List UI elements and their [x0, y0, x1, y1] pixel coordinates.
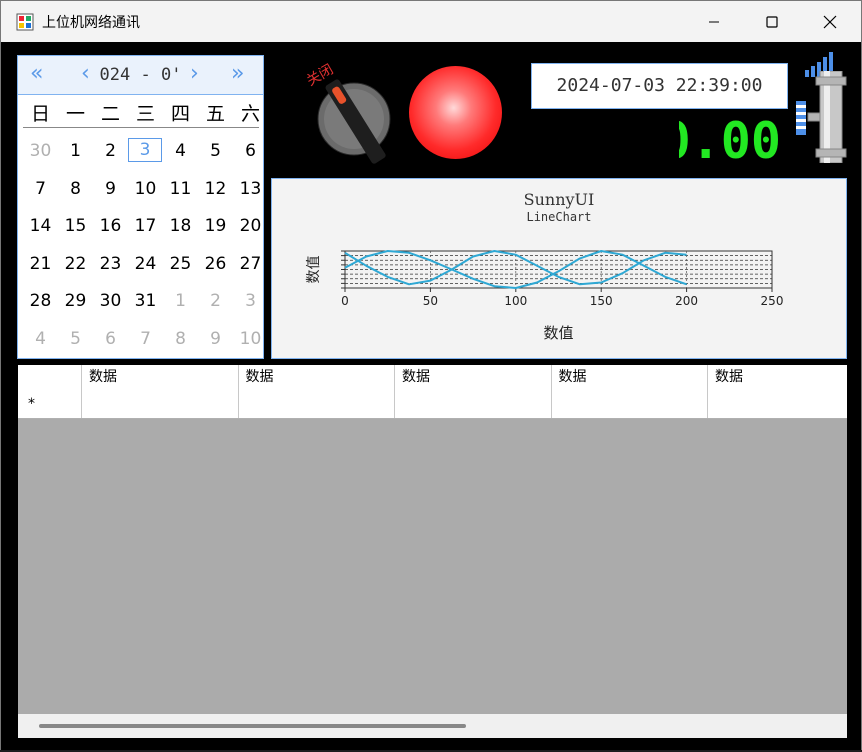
grid-header: 数据 数据 数据 数据 数据	[18, 365, 847, 391]
x-tick-label: 200	[675, 294, 698, 308]
column-header[interactable]: 数据	[81, 365, 238, 390]
calendar-day[interactable]: 5	[198, 138, 233, 164]
column-header[interactable]: 数据	[550, 365, 708, 390]
grid-cell[interactable]	[550, 390, 708, 418]
weekday-label: 一	[65, 103, 85, 125]
pipe-valve-icon	[796, 71, 847, 163]
calendar-day[interactable]: 2	[198, 288, 233, 314]
horizontal-scrollbar[interactable]	[18, 714, 847, 738]
calendar-day-today[interactable]: 3	[128, 138, 162, 162]
app-window-icon	[16, 13, 34, 31]
calendar-day[interactable]: 26	[198, 251, 233, 277]
table-row[interactable]: *	[18, 390, 847, 419]
calendar-day[interactable]: 11	[163, 176, 198, 202]
calendar-day[interactable]: 30	[23, 138, 58, 164]
column-header[interactable]: 数据	[394, 365, 551, 390]
calendar-day[interactable]: 4	[163, 138, 198, 164]
calendar-day[interactable]: 4	[23, 326, 58, 352]
grid-cell[interactable]	[81, 390, 238, 418]
x-tick-label: 50	[423, 294, 438, 308]
calendar-day[interactable]: 9	[198, 326, 233, 352]
calendar-day[interactable]: 28	[23, 288, 58, 314]
calendar-day[interactable]: 25	[163, 251, 198, 277]
calendar-day[interactable]: 12	[198, 176, 233, 202]
window-title: 上位机网络通讯	[42, 15, 140, 31]
weekday-label: 五	[205, 103, 225, 125]
calendar-day[interactable]: 22	[58, 251, 93, 277]
calendar-day[interactable]: 1	[58, 138, 93, 164]
line-chart-panel: SunnyUI LineChart 0 50 100 150 200 250 数值 数值	[271, 178, 847, 359]
calendar-day[interactable]: 2	[93, 138, 128, 164]
calendar-day[interactable]: 8	[163, 326, 198, 352]
calendar-day[interactable]: 29	[58, 288, 93, 314]
calendar-day[interactable]: 6	[93, 326, 128, 352]
minimize-icon	[709, 21, 719, 22]
next-year-icon[interactable]: »	[231, 62, 244, 86]
calendar-day[interactable]: 20	[233, 213, 268, 239]
calendar-day[interactable]: 31	[128, 288, 163, 314]
column-header[interactable]: 数据	[237, 365, 395, 390]
calendar-day[interactable]: 8	[58, 176, 93, 202]
calendar-day[interactable]: 10	[233, 326, 268, 352]
title-bar[interactable]: 上位机网络通讯	[1, 1, 861, 42]
x-tick-label: 250	[761, 294, 784, 308]
calendar-day[interactable]: 18	[163, 213, 198, 239]
status-led	[409, 66, 502, 159]
calendar-day[interactable]: 15	[58, 213, 93, 239]
client-area: « ‹ 024 - 0' › » 日一二三四五六 30 1 2 3 4 5 6 7 8 9 10 11…	[1, 42, 861, 750]
calendar-day[interactable]: 7	[23, 176, 58, 202]
calendar-day[interactable]: 23	[93, 251, 128, 277]
maximize-icon	[766, 15, 778, 28]
calendar-day[interactable]: 13	[233, 176, 268, 202]
scrollbar-thumb[interactable]	[39, 724, 466, 728]
line-chart: 0 50 100 150 200 250数值数值	[306, 250, 784, 342]
calendar-header: « ‹ 024 - 0' › »	[18, 56, 263, 95]
weekday-label: 四	[170, 103, 190, 125]
calendar-title[interactable]: 024 - 0'	[18, 65, 263, 85]
calendar-day[interactable]: 19	[198, 213, 233, 239]
next-month-icon[interactable]: ›	[190, 62, 199, 86]
row-header-new[interactable]: *	[18, 390, 81, 418]
calendar: « ‹ 024 - 0' › » 日一二三四五六 30 1 2 3 4 5 6 7 8 9 10 11…	[17, 55, 264, 359]
calendar-day[interactable]: 10	[128, 176, 163, 202]
calendar-day[interactable]: 9	[93, 176, 128, 202]
calendar-day[interactable]: 21	[23, 251, 58, 277]
calendar-weekday-row: 日一二三四五六	[23, 97, 260, 128]
calendar-day[interactable]: 27	[233, 251, 268, 277]
close-icon	[823, 15, 837, 28]
rotary-switch[interactable]: 关闭	[298, 56, 398, 166]
minimize-button[interactable]	[685, 1, 743, 42]
calendar-day[interactable]: 30	[93, 288, 128, 314]
x-tick-label: 150	[590, 294, 613, 308]
grid-corner-cell[interactable]	[18, 365, 81, 390]
close-button[interactable]	[801, 1, 859, 42]
grid-cell[interactable]	[707, 390, 847, 418]
weekday-label: 六	[240, 103, 260, 125]
calendar-day[interactable]: 14	[23, 213, 58, 239]
maximize-button[interactable]	[743, 1, 801, 42]
app-window: 上位机网络通讯 « ‹ 024 - 0' › » 日一二三四五六 30 1 2 3 4 5…	[0, 0, 862, 750]
calendar-day[interactable]: 6	[233, 138, 268, 164]
seven-segment-display: 0.00	[679, 114, 781, 162]
y-axis-label: 数值	[306, 256, 322, 284]
calendar-day[interactable]: 1	[163, 288, 198, 314]
calendar-day[interactable]: 17	[128, 213, 163, 239]
calendar-day[interactable]: 5	[58, 326, 93, 352]
seven-segment-value: 0.00	[679, 114, 781, 162]
column-header[interactable]: 数据	[707, 365, 847, 390]
x-axis-label: 数值	[543, 324, 573, 342]
datetime-display[interactable]: 2024-07-03 22:39:00	[531, 63, 788, 109]
x-tick-label: 100	[504, 294, 527, 308]
weekday-label: 三	[135, 103, 155, 125]
calendar-day[interactable]: 7	[128, 326, 163, 352]
weekday-label: 日	[30, 103, 50, 125]
grid-cell[interactable]	[237, 390, 395, 418]
x-tick-label: 0	[341, 294, 349, 308]
weekday-label: 二	[100, 103, 120, 125]
calendar-day[interactable]: 24	[128, 251, 163, 277]
calendar-day[interactable]: 16	[93, 213, 128, 239]
data-grid: 数据 数据 数据 数据 数据 *	[18, 365, 847, 738]
calendar-day[interactable]: 3	[233, 288, 268, 314]
grid-cell[interactable]	[394, 390, 551, 418]
